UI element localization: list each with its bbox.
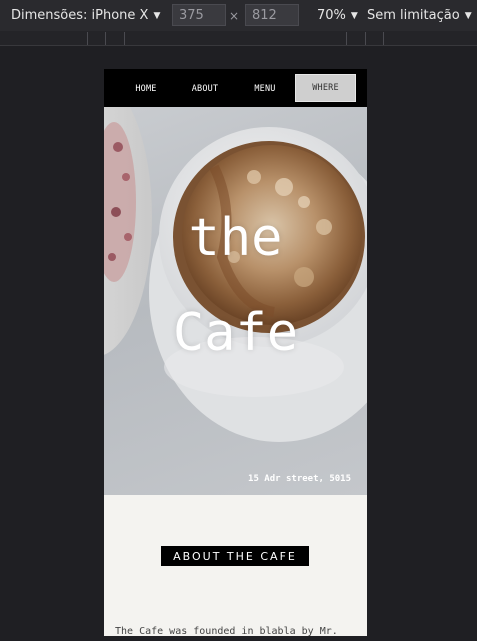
dimension-separator: ×: [229, 9, 240, 23]
ruler-tick: [105, 32, 106, 45]
ruler-tick: [383, 32, 384, 45]
nav-about-link[interactable]: ABOUT: [183, 79, 227, 99]
chevron-down-icon: ▼: [350, 10, 358, 21]
device-dimensions-label: Dimensões: iPhone X: [11, 8, 149, 23]
throttle-label: Sem limitação: [367, 8, 460, 23]
site-navbar: HOME ABOUT MENU WHERE: [104, 69, 367, 107]
device-viewport: HOME ABOUT MENU WHERE the Cafe 15 Adr st…: [104, 69, 367, 636]
nav-home-link[interactable]: HOME: [126, 79, 166, 99]
nav-menu-link[interactable]: MENU: [246, 79, 284, 99]
height-input[interactable]: 812: [245, 4, 299, 26]
chevron-down-icon: ▼: [153, 10, 161, 21]
zoom-label: 70%: [317, 8, 346, 23]
about-paragraph: The Cafe was founded in blabla by Mr.: [115, 626, 338, 636]
throttle-select[interactable]: Sem limitação ▼: [367, 8, 472, 23]
coffee-cup-image: [104, 107, 367, 442]
ruler-tick: [124, 32, 125, 45]
zoom-select[interactable]: 70% ▼: [317, 8, 358, 23]
ruler-tick: [365, 32, 366, 45]
ruler-tick: [87, 32, 88, 45]
ruler-tick: [346, 32, 347, 45]
hero-address: 15 Adr street, 5015: [248, 474, 351, 484]
width-input[interactable]: 375: [172, 4, 226, 26]
hero-title-line2: Cafe: [172, 303, 299, 363]
devtools-toolbar: Dimensões: iPhone X ▼ 375 × 812 70% ▼ Se…: [0, 0, 477, 32]
about-heading: ABOUT THE CAFE: [161, 546, 309, 566]
nav-where-link[interactable]: WHERE: [295, 74, 356, 102]
chevron-down-icon: ▼: [464, 10, 472, 21]
hero-title-line1: the: [188, 208, 283, 268]
hero-section: the Cafe: [104, 107, 367, 495]
media-query-ruler[interactable]: [0, 31, 477, 46]
device-dimensions-select[interactable]: Dimensões: iPhone X ▼: [11, 8, 160, 23]
